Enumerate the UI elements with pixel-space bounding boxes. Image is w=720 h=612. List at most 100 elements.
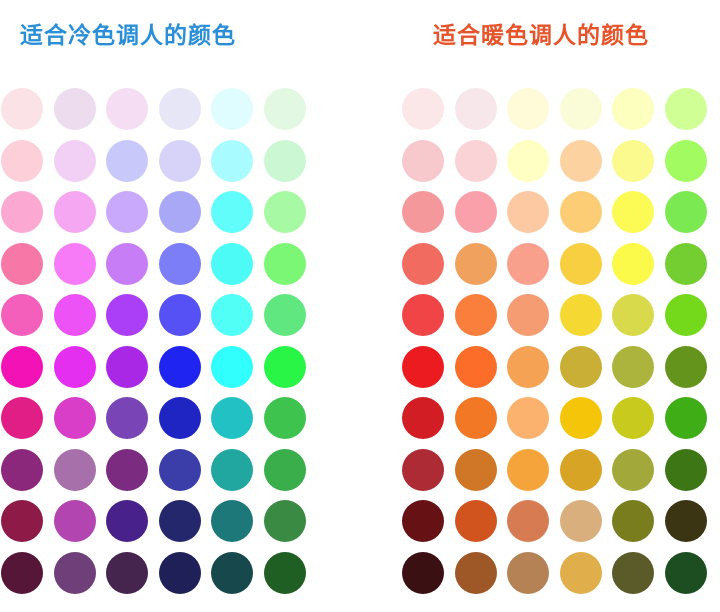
warm-color-swatch-r6-c5	[612, 345, 654, 388]
warm-color-swatch-r7-c3	[507, 397, 549, 439]
cool-color-palette	[1, 88, 306, 594]
cool-color-swatch-r5-c1	[1, 294, 43, 336]
warm-color-swatch-r2-c6	[664, 139, 707, 182]
warm-color-swatch-r8-c5	[612, 448, 654, 491]
warm-color-swatch-r2-c1	[402, 139, 444, 182]
warm-color-swatch-r5-c6	[664, 294, 707, 336]
cool-color-swatch-r3-c3	[106, 191, 148, 233]
cool-color-swatch-r1-c6	[263, 88, 306, 130]
warm-color-palette	[402, 88, 707, 594]
warm-color-swatch-r2-c5	[612, 139, 654, 182]
warm-color-swatch-r1-c1	[402, 88, 444, 130]
cool-color-swatch-r6-c5	[211, 345, 253, 388]
warm-color-swatch-r5-c2	[454, 294, 497, 336]
warm-color-swatch-r1-c2	[454, 88, 497, 130]
cool-color-swatch-r10-c6	[263, 551, 306, 594]
cool-color-swatch-r7-c2	[53, 397, 96, 439]
warm-color-swatch-r1-c5	[612, 88, 654, 130]
cool-color-swatch-r1-c1	[1, 88, 43, 130]
cool-color-swatch-r7-c5	[211, 397, 253, 439]
cool-color-swatch-r6-c1	[1, 345, 43, 388]
warm-color-swatch-r6-c2	[454, 345, 497, 388]
cool-color-swatch-r4-c1	[1, 242, 43, 285]
warm-color-swatch-r6-c6	[664, 345, 707, 388]
warm-color-swatch-r10-c3	[507, 551, 549, 594]
cool-color-swatch-r4-c5	[211, 242, 253, 285]
warm-color-swatch-r9-c4	[559, 500, 602, 542]
warm-color-swatch-r9-c6	[664, 500, 707, 542]
warm-color-swatch-r2-c3	[507, 139, 549, 182]
warm-color-swatch-r5-c1	[402, 294, 444, 336]
cool-color-swatch-r3-c6	[263, 191, 306, 233]
warm-color-swatch-r3-c2	[454, 191, 497, 233]
warm-color-swatch-r7-c2	[454, 397, 497, 439]
warm-color-swatch-r1-c3	[507, 88, 549, 130]
warm-color-swatch-r10-c6	[664, 551, 707, 594]
cool-color-swatch-r4-c4	[158, 242, 201, 285]
cool-color-swatch-r2-c3	[106, 139, 148, 182]
warm-color-swatch-r8-c1	[402, 448, 444, 491]
cool-color-swatch-r1-c5	[211, 88, 253, 130]
warm-color-swatch-r5-c5	[612, 294, 654, 336]
cool-color-swatch-r2-c4	[158, 139, 201, 182]
cool-color-swatch-r2-c2	[53, 139, 96, 182]
cool-color-swatch-r5-c4	[158, 294, 201, 336]
cool-color-swatch-r1-c3	[106, 88, 148, 130]
warm-color-swatch-r1-c6	[664, 88, 707, 130]
cool-color-swatch-r9-c4	[158, 500, 201, 542]
cool-color-swatch-r9-c5	[211, 500, 253, 542]
warm-color-swatch-r5-c3	[507, 294, 549, 336]
warm-color-swatch-r4-c1	[402, 242, 444, 285]
warm-color-swatch-r6-c3	[507, 345, 549, 388]
warm-color-swatch-r7-c1	[402, 397, 444, 439]
cool-color-swatch-r3-c5	[211, 191, 253, 233]
warm-color-swatch-r8-c3	[507, 448, 549, 491]
warm-color-swatch-r8-c6	[664, 448, 707, 491]
cool-color-swatch-r7-c1	[1, 397, 43, 439]
warm-color-swatch-r2-c2	[454, 139, 497, 182]
warm-color-swatch-r10-c2	[454, 551, 497, 594]
cool-color-swatch-r8-c6	[263, 448, 306, 491]
warm-color-swatch-r9-c2	[454, 500, 497, 542]
warm-color-swatch-r2-c4	[559, 139, 602, 182]
cool-color-swatch-r8-c4	[158, 448, 201, 491]
cool-color-swatch-r2-c5	[211, 139, 253, 182]
cool-color-swatch-r5-c3	[106, 294, 148, 336]
warm-color-swatch-r4-c5	[612, 242, 654, 285]
cool-color-swatch-r7-c3	[106, 397, 148, 439]
cool-color-swatch-r8-c3	[106, 448, 148, 491]
warm-color-swatch-r5-c4	[559, 294, 602, 336]
cool-color-swatch-r10-c1	[1, 551, 43, 594]
cool-color-swatch-r1-c2	[53, 88, 96, 130]
cool-color-swatch-r3-c2	[53, 191, 96, 233]
cool-color-swatch-r10-c4	[158, 551, 201, 594]
warm-color-swatch-r4-c2	[454, 242, 497, 285]
cool-color-swatch-r4-c6	[263, 242, 306, 285]
warm-color-swatch-r1-c4	[559, 88, 602, 130]
cool-color-swatch-r7-c6	[263, 397, 306, 439]
warm-color-swatch-r10-c5	[612, 551, 654, 594]
cool-color-swatch-r6-c3	[106, 345, 148, 388]
warm-color-swatch-r3-c4	[559, 191, 602, 233]
cool-color-swatch-r8-c2	[53, 448, 96, 491]
warm-color-swatch-r4-c4	[559, 242, 602, 285]
cool-color-swatch-r9-c3	[106, 500, 148, 542]
cool-color-swatch-r6-c2	[53, 345, 96, 388]
cool-color-swatch-r2-c1	[1, 139, 43, 182]
warm-color-swatch-r7-c6	[664, 397, 707, 439]
warm-color-swatch-r7-c5	[612, 397, 654, 439]
warm-color-swatch-r3-c6	[664, 191, 707, 233]
warm-tone-title: 适合暖色调人的颜色	[433, 23, 649, 49]
warm-color-swatch-r7-c4	[559, 397, 602, 439]
warm-color-swatch-r3-c5	[612, 191, 654, 233]
cool-color-swatch-r10-c2	[53, 551, 96, 594]
warm-color-swatch-r6-c4	[559, 345, 602, 388]
cool-color-swatch-r3-c1	[1, 191, 43, 233]
cool-color-swatch-r1-c4	[158, 88, 201, 130]
warm-color-swatch-r3-c1	[402, 191, 444, 233]
warm-color-swatch-r9-c5	[612, 500, 654, 542]
cool-color-swatch-r6-c6	[263, 345, 306, 388]
cool-color-swatch-r5-c6	[263, 294, 306, 336]
cool-color-swatch-r8-c5	[211, 448, 253, 491]
cool-color-swatch-r9-c1	[1, 500, 43, 542]
